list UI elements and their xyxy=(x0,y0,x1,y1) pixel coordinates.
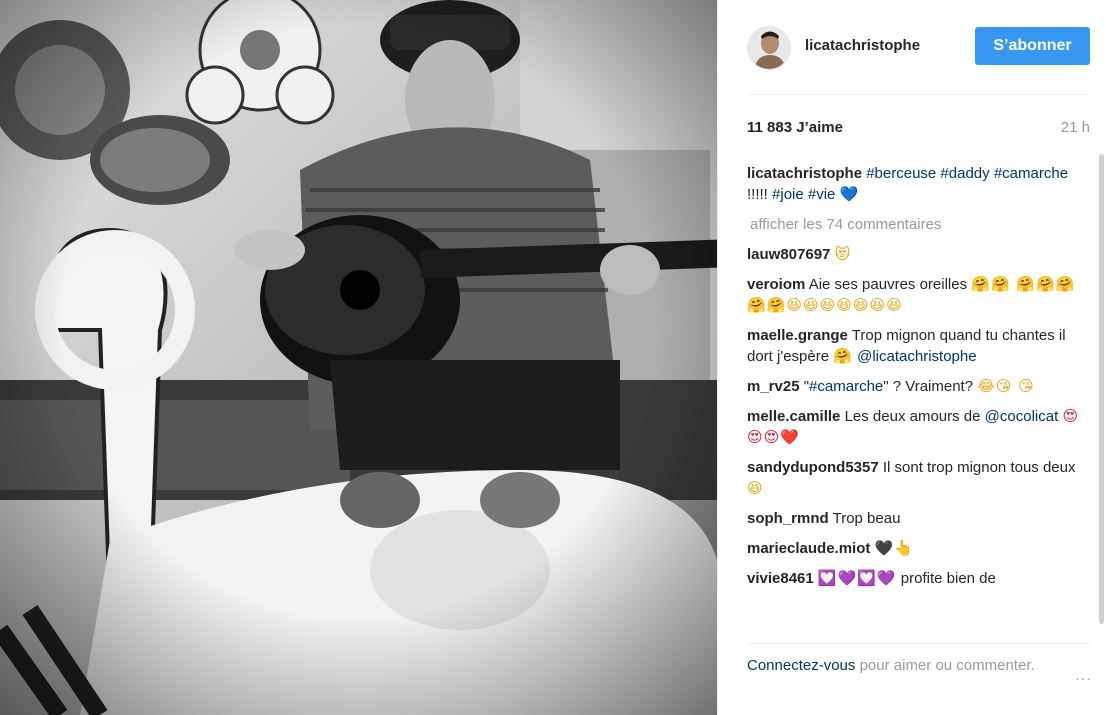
laughing-kiss-icons: 😂😘 😘 xyxy=(977,377,1035,395)
post-time[interactable]: 21 h xyxy=(1061,119,1090,136)
comments-scrollbar[interactable] xyxy=(1099,154,1104,624)
comments-scrollbar-thumb[interactable] xyxy=(1099,154,1104,624)
comments-list[interactable]: licatachristophe #berceuse #daddy #camar… xyxy=(747,163,1084,635)
comment-mention[interactable]: @licatachristophe xyxy=(857,348,976,365)
comment-username[interactable]: marieclaude.miot xyxy=(747,540,870,557)
caption: licatachristophe #berceuse #daddy #camar… xyxy=(747,163,1084,205)
comment-hashtag[interactable]: #camarche xyxy=(809,378,883,395)
header-username[interactable]: licatachristophe xyxy=(805,37,920,54)
comment-text: Aie ses pauvres oreilles xyxy=(808,276,968,293)
comment-username[interactable]: veroiom xyxy=(747,276,805,293)
heart-eyes-cat-icon: 😻 xyxy=(834,245,852,263)
avatar-image xyxy=(748,27,790,69)
hugging-face-icon: 🤗 xyxy=(833,347,853,365)
caption-username[interactable]: licatachristophe xyxy=(747,165,862,182)
footer-divider xyxy=(747,643,1090,644)
comment-text: " ? Vraiment? xyxy=(883,378,974,395)
comment-text: Trop beau xyxy=(832,510,901,527)
view-all-comments-link[interactable]: afficher les 74 commentaires xyxy=(750,214,1084,235)
comment: sandydupond5357 Il sont trop mignon tous… xyxy=(747,457,1084,499)
comment: maelle.grange Trop mignon quand tu chant… xyxy=(747,325,1084,367)
login-prompt-text: pour aimer ou commenter. xyxy=(855,657,1035,674)
comment-mention[interactable]: @cocolicat xyxy=(985,408,1059,425)
comment-username[interactable]: lauw807697 xyxy=(747,246,830,263)
blue-heart-icon: 💙 xyxy=(839,185,860,203)
caption-hashtags[interactable]: #berceuse #daddy xyxy=(866,165,989,182)
header-divider xyxy=(747,94,1090,95)
comment-username[interactable]: melle.camille xyxy=(747,408,840,425)
comment-username[interactable]: sandydupond5357 xyxy=(747,459,879,476)
caption-punct: !!!!! xyxy=(747,186,773,203)
comment: soph_rmnd Trop beau xyxy=(747,508,1084,529)
comment-text: Les deux amours de xyxy=(844,408,981,425)
laughing-face-icon: 😆 xyxy=(747,479,764,497)
follow-button[interactable]: S’abonner xyxy=(975,27,1090,65)
photo-illustration xyxy=(0,0,717,715)
post-header: licatachristophe S’abonner xyxy=(747,20,1090,75)
caption-hashtags-2[interactable]: #joie #vie xyxy=(772,186,835,203)
comment: vivie8461 💟💜💟💜 profite bien de xyxy=(747,568,1084,589)
comment: m_rv25 "#camarche" ? Vraiment? 😂😘 😘 xyxy=(747,376,1084,397)
comment-text: Il sont trop mignon tous deux xyxy=(882,459,1076,476)
comment: veroiom Aie ses pauvres oreilles 🤗🤗 🤗🤗🤗🤗… xyxy=(747,274,1084,316)
caption-hashtag-camarche[interactable]: #camarche xyxy=(994,165,1068,182)
heart-decoration-icons: 💟💜💟💜 xyxy=(817,569,897,587)
avatar[interactable] xyxy=(747,26,791,70)
footer-login-prompt: Connectez-vous pour aimer ou commenter. xyxy=(747,655,1056,676)
login-link[interactable]: Connectez-vous xyxy=(747,657,855,674)
black-heart-pointing-icons: 🖤👆 xyxy=(874,539,914,557)
comment-username[interactable]: vivie8461 xyxy=(747,570,814,587)
comment: lauw807697 😻 xyxy=(747,244,1084,265)
post-photo[interactable] xyxy=(0,0,717,715)
comment-text: profite bien de xyxy=(900,570,996,587)
comment-username[interactable]: maelle.grange xyxy=(747,327,848,344)
likes-count[interactable]: 11 883 J’aime xyxy=(747,119,843,136)
post-sidebar: licatachristophe S’abonner 11 883 J’aime… xyxy=(717,0,1106,715)
comment-username[interactable]: m_rv25 xyxy=(747,378,800,395)
comment: marieclaude.miot 🖤👆 xyxy=(747,538,1084,559)
comment: melle.camille Les deux amours de @cocoli… xyxy=(747,406,1084,448)
comment-username[interactable]: soph_rmnd xyxy=(747,510,829,527)
more-options-icon[interactable]: ··· xyxy=(1075,670,1092,686)
